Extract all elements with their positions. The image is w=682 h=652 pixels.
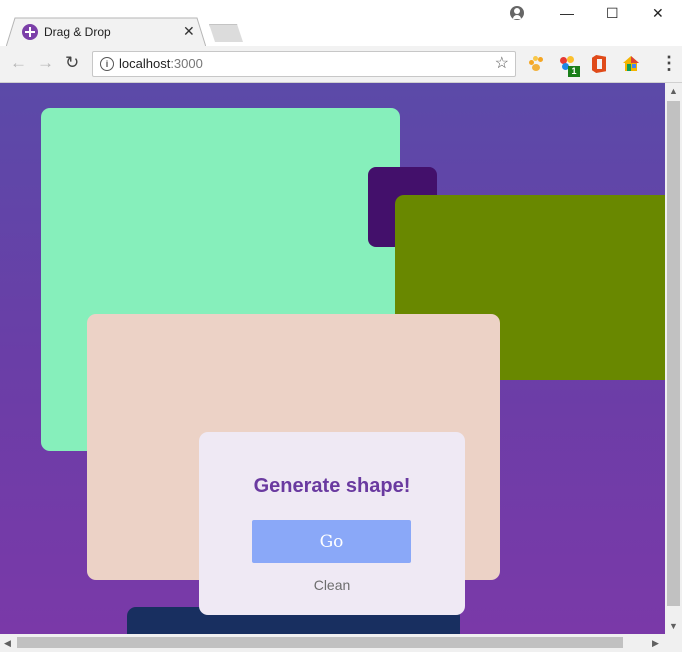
reload-button[interactable]: ↻ xyxy=(65,53,79,73)
generate-panel: Generate shape! Go Clean xyxy=(199,432,465,615)
scroll-up-arrow-icon[interactable]: ▲ xyxy=(669,86,678,96)
browser-menu-icon[interactable]: ⋮ xyxy=(660,53,678,73)
url-port: :3000 xyxy=(170,56,203,71)
vertical-scrollbar-thumb[interactable] xyxy=(667,101,680,606)
horizontal-scrollbar-thumb[interactable] xyxy=(17,637,623,648)
window-close-button[interactable]: ✕ xyxy=(652,5,664,21)
favicon-icon xyxy=(22,24,38,40)
minimize-button[interactable]: — xyxy=(560,5,574,21)
page-viewport: Generate shape! Go Clean xyxy=(0,83,665,634)
bookmark-star-icon[interactable]: ☆ xyxy=(495,54,509,74)
forward-button[interactable]: → xyxy=(37,53,54,73)
clean-button[interactable]: Clean xyxy=(199,577,465,593)
maximize-button[interactable]: ☐ xyxy=(606,5,619,21)
home-extension-icon[interactable] xyxy=(622,55,640,73)
tab-close-icon[interactable]: ✕ xyxy=(183,23,195,39)
address-bar[interactable]: i localhost:3000 ☆ xyxy=(92,51,516,77)
panel-title: Generate shape! xyxy=(253,475,411,497)
paw-extension-icon[interactable] xyxy=(528,56,544,72)
scroll-down-arrow-icon[interactable]: ▼ xyxy=(669,621,678,631)
info-icon[interactable]: i xyxy=(100,57,114,71)
office-icon[interactable] xyxy=(592,55,606,73)
back-button[interactable]: ← xyxy=(10,53,27,73)
tab-title[interactable]: Drag & Drop xyxy=(44,24,111,40)
url-text[interactable]: localhost:3000 xyxy=(119,56,203,72)
scroll-left-arrow-icon[interactable]: ◀ xyxy=(4,638,11,648)
go-button[interactable]: Go xyxy=(252,520,411,563)
profile-icon[interactable] xyxy=(510,6,524,20)
scroll-right-arrow-icon[interactable]: ▶ xyxy=(652,638,659,648)
url-host: localhost xyxy=(119,56,171,71)
extension-badge: 1 xyxy=(568,66,580,77)
scrollbar-corner xyxy=(665,634,682,652)
